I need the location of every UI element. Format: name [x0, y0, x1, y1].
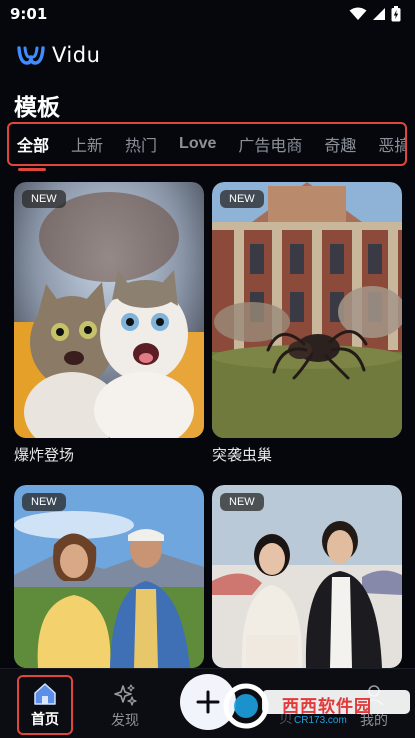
active-tab-indicator: [18, 168, 46, 171]
tab-funny[interactable]: 奇趣: [324, 132, 356, 156]
nav-discover-label: 发现: [111, 712, 139, 729]
watermark-text: 西西软件园: [282, 697, 372, 717]
template-thumbnail[interactable]: NEW: [14, 182, 204, 438]
new-badge: NEW: [220, 493, 264, 511]
cats-selfie-image: [14, 182, 204, 438]
tab-all[interactable]: 全部: [17, 132, 49, 156]
sparkle-icon: [114, 683, 137, 706]
template-thumbnail[interactable]: NEW: [212, 485, 402, 668]
nav-discover[interactable]: 发现: [97, 677, 153, 735]
tab-prank[interactable]: 恶搞: [378, 132, 405, 156]
tab-ad-ecommerce[interactable]: 广告电商: [238, 132, 302, 156]
new-badge: NEW: [220, 190, 264, 208]
tab-love[interactable]: Love: [179, 135, 216, 153]
couple-formal-image: [212, 485, 402, 668]
couple-field-image: [14, 485, 204, 668]
new-badge: NEW: [22, 493, 66, 511]
tab-new[interactable]: 上新: [71, 132, 103, 156]
template-card[interactable]: NEW: [14, 485, 204, 668]
template-card[interactable]: NEW 爆炸登场: [14, 182, 204, 472]
section-title: 模板: [14, 95, 60, 121]
template-thumbnail[interactable]: NEW: [14, 485, 204, 668]
new-badge: NEW: [22, 190, 66, 208]
template-card[interactable]: NEW 突袭虫巢: [212, 182, 402, 472]
category-tabs: 全部 上新 热门 Love 广告电商 奇趣 恶搞: [7, 122, 407, 166]
status-icons: [349, 6, 401, 22]
plus-icon: [196, 690, 220, 714]
template-card[interactable]: NEW: [212, 485, 402, 668]
status-time: 9:01: [10, 5, 48, 23]
watermark-url: CR173.com: [294, 715, 347, 726]
template-thumbnail[interactable]: NEW: [212, 182, 402, 438]
app-header: Vidu: [16, 40, 100, 70]
signal-icon: [373, 8, 385, 20]
tab-hot[interactable]: 热门: [125, 132, 157, 156]
nav-home[interactable]: 首页: [17, 675, 73, 735]
template-title: 爆炸登场: [14, 446, 75, 464]
wifi-icon: [349, 7, 367, 20]
battery-icon: [391, 6, 401, 22]
spider-building-image: [212, 182, 402, 438]
vidu-logo-icon: [17, 46, 45, 65]
app-name: Vidu: [52, 43, 101, 67]
watermark: 西西软件园 CR173.com: [222, 682, 412, 730]
status-bar: 9:01: [0, 0, 415, 28]
nav-home-label: 首页: [31, 711, 59, 728]
template-title: 突袭虫巢: [212, 446, 273, 464]
home-icon: [34, 682, 56, 705]
